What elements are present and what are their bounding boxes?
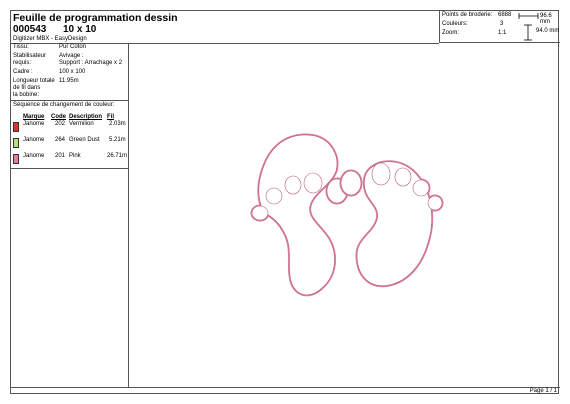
software-name: Digitizer MBX - EasyDesign <box>13 36 87 42</box>
row-length: 2.03m <box>109 121 126 127</box>
table-row: Janome 202 Vermilion 2.03m <box>11 121 129 137</box>
design-width: 96.6 mm <box>540 13 552 25</box>
row-brand: Janome <box>23 121 45 127</box>
table-row: Janome 264 Green Dust 5.21m <box>11 137 129 153</box>
design-height: 94.0 mm <box>536 28 560 34</box>
thread-spool-icon <box>13 138 19 148</box>
colors-value: 3 <box>500 21 504 27</box>
stabilizer-value-2: Support : Arrachage x 2 <box>59 60 123 66</box>
page-number: Page 1 / 1 <box>529 388 557 394</box>
thread-spool-icon <box>13 122 19 132</box>
sequence-title: Séquence de changement de couleur: <box>13 102 115 108</box>
right-foot <box>339 160 444 288</box>
stabilizer-value: Avivage : <box>59 53 84 59</box>
row-brand: Janome <box>23 153 45 159</box>
thread-length-label: Longueur totale <box>13 78 55 84</box>
col-code: Code <box>51 114 66 120</box>
zoom-label: Zoom: <box>442 30 460 36</box>
design-code: 000543 <box>13 24 47 35</box>
row-description: Pink <box>69 153 81 159</box>
row-length: 5.21m <box>109 137 126 143</box>
row-code: 201 <box>55 153 66 159</box>
dimensions-icon <box>518 13 539 41</box>
row-description: Green Dust <box>69 137 100 143</box>
col-brand: Marque <box>23 114 45 120</box>
thread-length-value: 11.95m <box>59 78 79 84</box>
frame-label: Cadre : <box>13 69 33 75</box>
page-title: Feuille de programmation dessin <box>13 12 178 24</box>
color-sequence: Séquence de changement de couleur: Marqu… <box>11 101 129 169</box>
row-length: 26.71m <box>107 153 128 159</box>
left-foot <box>250 133 349 297</box>
programming-sheet: Feuille de programmation dessin 000543 1… <box>10 10 560 395</box>
zoom-value: 1:1 <box>498 30 507 36</box>
thread-length-label-3: la bobine: <box>13 92 40 98</box>
row-code: 202 <box>55 121 66 127</box>
row-brand: Janome <box>23 137 45 143</box>
design-properties: Tissu: Pur Coton Stabilisateur requis: A… <box>11 43 129 101</box>
colors-label: Couleurs: <box>442 21 468 27</box>
stats-panel: Points de broderie: 6888 Couleurs: 3 Zoo… <box>439 11 560 43</box>
design-preview <box>129 43 560 387</box>
frame-value: 100 x 100 <box>59 69 86 75</box>
stitches-value: 6888 <box>498 12 512 18</box>
stitches-label: Points de broderie: <box>442 12 493 18</box>
col-description: Description <box>69 114 103 120</box>
header: Feuille de programmation dessin 000543 1… <box>11 11 439 44</box>
fabric-label: Tissu: <box>13 44 29 50</box>
footer: Page 1 / 1 <box>11 387 560 395</box>
thread-spool-icon <box>13 154 19 164</box>
stabilizer-label: Stabilisateur <box>13 53 47 59</box>
table-row: Janome 201 Pink 26.71m <box>11 153 129 169</box>
design-size: 10 x 10 <box>63 24 97 35</box>
thread-length-label-2: de fil dans <box>13 85 41 91</box>
col-length: Fil <box>107 114 114 120</box>
fabric-value: Pur Coton <box>59 44 87 50</box>
row-description: Vermilion <box>69 121 94 127</box>
baby-feet-embroidery-icon <box>250 133 444 297</box>
info-sidebar: Tissu: Pur Coton Stabilisateur requis: A… <box>11 43 129 387</box>
stabilizer-label-2: requis: <box>13 60 32 66</box>
row-code: 264 <box>55 137 66 143</box>
